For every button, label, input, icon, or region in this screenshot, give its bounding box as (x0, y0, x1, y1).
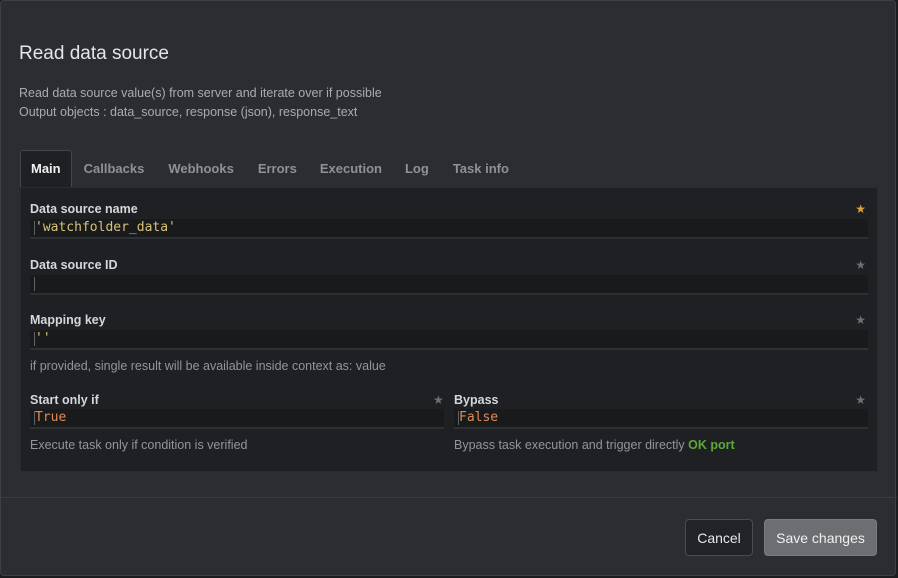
data-source-name-label: Data source name (30, 202, 138, 216)
bypass-help-text: Bypass task execution and trigger direct… (454, 438, 689, 452)
text-caret (34, 277, 35, 291)
cancel-button[interactable]: Cancel (685, 519, 753, 556)
data-source-name-value: 'watchfolder_data' (35, 220, 176, 235)
bypass-label: Bypass (454, 393, 499, 407)
description-line-2: Output objects : data_source, response (… (19, 105, 358, 119)
optional-star-icon: ★ (855, 393, 866, 407)
optional-star-icon: ★ (855, 258, 866, 272)
mapping-key-label: Mapping key (30, 313, 106, 327)
start-only-if-help: Execute task only if condition is verifi… (30, 438, 248, 452)
data-source-id-input[interactable] (30, 275, 868, 295)
mapping-key-input[interactable]: '' (30, 330, 868, 350)
start-only-if-input[interactable]: True (30, 409, 444, 429)
tab-execution[interactable]: Execution (320, 150, 393, 187)
start-only-if-label: Start only if (30, 393, 99, 407)
optional-star-icon: ★ (855, 313, 866, 327)
tab-webhooks[interactable]: Webhooks (168, 150, 245, 187)
required-star-icon: ★ (855, 202, 866, 216)
main-tab-panel: Data source name ★ 'watchfolder_data' Da… (20, 187, 878, 472)
dialog-title: Read data source (19, 43, 169, 64)
bypass-help: Bypass task execution and trigger direct… (454, 438, 735, 452)
mapping-key-value: '' (35, 331, 51, 346)
mapping-key-help: if provided, single result will be avail… (30, 359, 386, 373)
data-source-id-label: Data source ID (30, 258, 118, 272)
start-only-if-value: True (35, 410, 67, 425)
tab-main[interactable]: Main (20, 150, 72, 187)
tab-callbacks[interactable]: Callbacks (84, 150, 156, 187)
bypass-value: False (459, 410, 499, 425)
tab-errors[interactable]: Errors (258, 150, 308, 187)
description-line-1: Read data source value(s) from server an… (19, 86, 382, 100)
tab-log[interactable]: Log (405, 150, 440, 187)
footer-divider (1, 497, 897, 498)
bypass-input[interactable]: False (454, 409, 868, 429)
tab-bar: Main Callbacks Webhooks Errors Execution… (20, 150, 520, 187)
dialog-description: Read data source value(s) from server an… (19, 84, 382, 122)
data-source-name-input[interactable]: 'watchfolder_data' (30, 219, 868, 239)
tab-task-info[interactable]: Task info (453, 150, 520, 187)
read-data-source-dialog: Read data source Read data source value(… (0, 0, 897, 576)
ok-port-label: OK port (688, 438, 735, 452)
optional-star-icon: ★ (433, 393, 444, 407)
save-changes-button[interactable]: Save changes (764, 519, 877, 556)
